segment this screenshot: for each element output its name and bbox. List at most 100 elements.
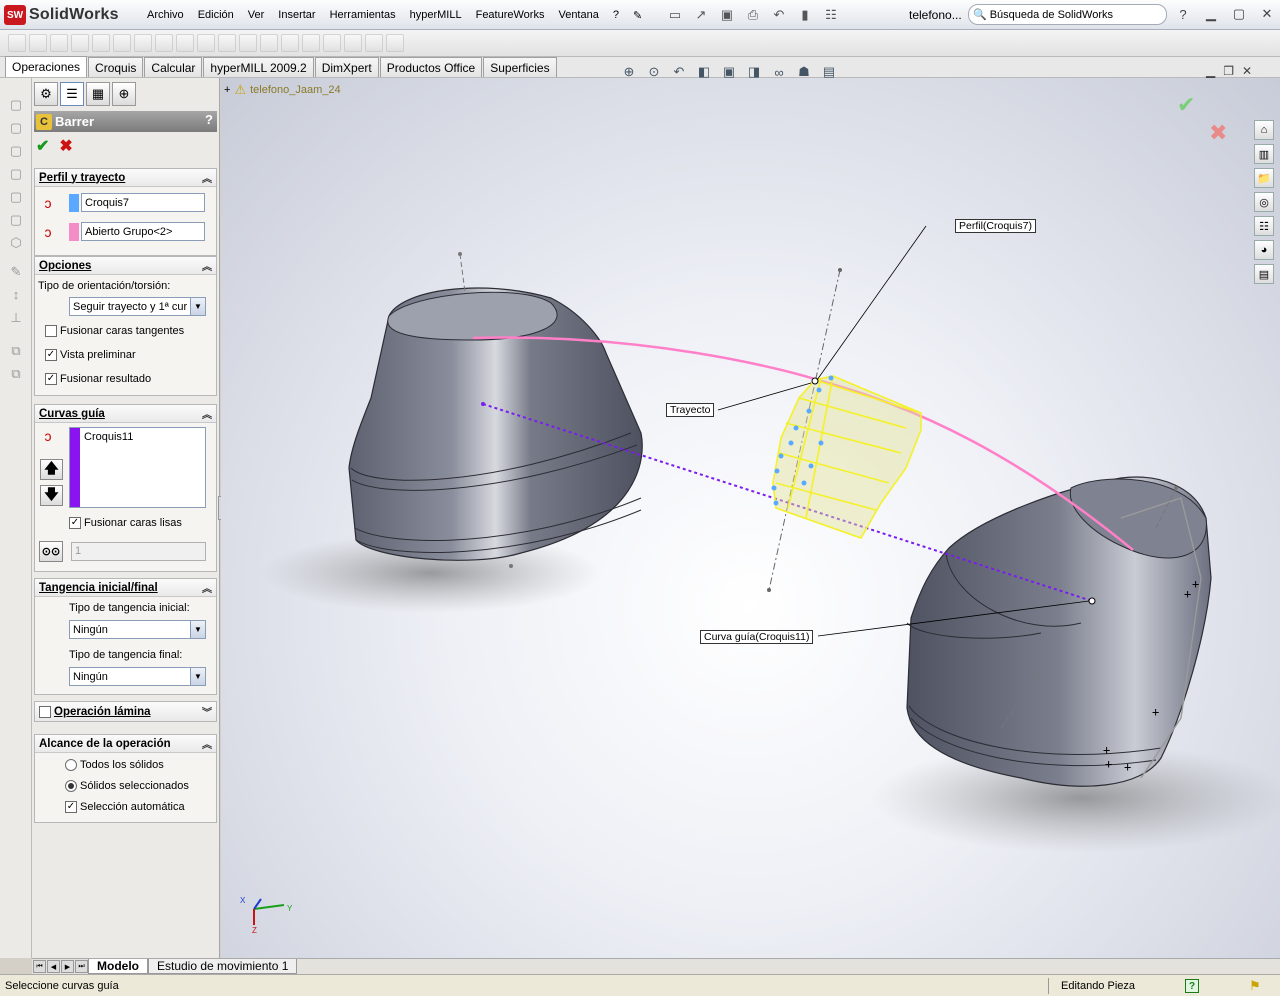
view-right-icon[interactable]: ▢ — [7, 165, 25, 183]
menu-herramientas[interactable]: Herramientas — [323, 9, 403, 21]
search-results-icon[interactable]: ◎ — [1254, 192, 1274, 212]
tab-productos-office[interactable]: Productos Office — [379, 57, 483, 77]
end-tangency-dropdown[interactable]: Ningún ▼ — [69, 667, 206, 686]
group-header-options[interactable]: Opciones ︽ — [35, 257, 216, 275]
maximize-icon[interactable]: ▢ — [1228, 4, 1250, 24]
menu-edicion[interactable]: Edición — [191, 9, 241, 21]
thin-feature-checkbox[interactable] — [39, 705, 51, 718]
paste-icon[interactable]: ⧉ — [7, 365, 25, 383]
merge-result-option[interactable]: ✓ Fusionar resultado — [45, 373, 151, 385]
selected-bodies-radio[interactable] — [65, 780, 77, 792]
cut-loft-icon[interactable] — [155, 34, 173, 52]
tab-hypermill[interactable]: hyperMILL 2009.2 — [203, 57, 314, 77]
section-view-icon[interactable]: ◧ — [695, 63, 713, 81]
new-document-icon[interactable]: ▭ — [664, 5, 686, 25]
loft-icon[interactable] — [71, 34, 89, 52]
expand-chevron-icon[interactable]: ︾ — [202, 704, 212, 719]
menu-hypermill[interactable]: hyperMILL — [403, 9, 469, 21]
search-box[interactable]: 🔍 Búsqueda de SolidWorks — [968, 4, 1167, 25]
viewport-close-icon[interactable]: ✕ — [1242, 64, 1252, 78]
guide-list-item[interactable]: Croquis11 — [84, 431, 133, 443]
undo-icon[interactable]: ↶ — [768, 5, 790, 25]
all-bodies-option[interactable]: Todos los sólidos — [65, 759, 164, 771]
tab-operaciones[interactable]: Operaciones — [5, 56, 88, 77]
print-icon[interactable]: ⎙ — [742, 5, 764, 25]
view-orientation-icon[interactable]: ▣ — [720, 63, 738, 81]
save-icon[interactable]: ▣ — [716, 5, 738, 25]
revolve-icon[interactable] — [29, 34, 47, 52]
tab-motion-study[interactable]: Estudio de movimiento 1 — [148, 959, 298, 974]
rebuild-status-icon[interactable]: ⚑ — [1249, 978, 1261, 994]
cut-sweep-icon[interactable] — [134, 34, 152, 52]
view-palette-icon[interactable]: ☷ — [1254, 216, 1274, 236]
app-logo[interactable]: SW SolidWorks — [4, 4, 119, 26]
zoom-to-area-icon[interactable]: ⊙ — [645, 63, 663, 81]
extrude-icon[interactable] — [8, 34, 26, 52]
expand-icon[interactable]: + — [224, 84, 230, 96]
pin-icon[interactable]: ✎ — [626, 9, 649, 22]
status-help-icon[interactable]: ? — [1185, 979, 1199, 993]
tab-dimxpert[interactable]: DimXpert — [314, 57, 379, 77]
view-back-icon[interactable]: ▢ — [7, 119, 25, 137]
auto-select-checkbox[interactable]: ✓ — [65, 801, 77, 813]
rebuild-icon[interactable]: ▮ — [794, 5, 816, 25]
selected-bodies-option[interactable]: Sólidos seleccionados — [65, 780, 189, 792]
feature-manager-tab-icon[interactable]: ⚙ — [34, 82, 58, 106]
view-top-icon[interactable]: ▢ — [7, 188, 25, 206]
shell-icon[interactable] — [260, 34, 278, 52]
callout-guide-curve[interactable]: Curva guía(Croquis11) — [700, 630, 814, 644]
merge-tangent-option[interactable]: Fusionar caras tangentes — [45, 325, 184, 337]
profile-field[interactable]: Croquis7 — [81, 193, 205, 212]
apply-scene-icon[interactable]: ▤ — [820, 63, 838, 81]
orientation-dropdown[interactable]: Seguir trayecto y 1ª cur ▼ — [69, 297, 206, 316]
hide-show-icon[interactable]: ∞ — [770, 63, 788, 81]
group-header-guide-curves[interactable]: Curvas guía ︽ — [35, 405, 216, 423]
fillet-icon[interactable] — [176, 34, 194, 52]
close-icon[interactable]: ✕ — [1256, 4, 1278, 24]
collapse-chevron-icon[interactable]: ︽ — [202, 170, 212, 185]
sweep-icon[interactable] — [50, 34, 68, 52]
view-left-icon[interactable]: ▢ — [7, 142, 25, 160]
menu-ventana[interactable]: Ventana — [551, 9, 605, 21]
cut-revolve-icon[interactable] — [113, 34, 131, 52]
start-tangency-dropdown[interactable]: Ningún ▼ — [69, 620, 206, 639]
collapse-chevron-icon[interactable]: ︽ — [202, 736, 212, 751]
smart-dimension-icon[interactable]: ↕ — [7, 286, 25, 304]
prev-tab-icon[interactable]: ◀ — [47, 960, 60, 973]
merge-tangent-checkbox[interactable] — [45, 325, 57, 337]
path-field[interactable]: Abierto Grupo<2> — [81, 222, 205, 241]
configuration-manager-tab-icon[interactable]: ▦ — [86, 82, 110, 106]
show-sections-icon[interactable]: ⊙⊙ — [39, 541, 63, 562]
cut-extrude-icon[interactable] — [92, 34, 110, 52]
chevron-down-icon[interactable]: ▼ — [190, 621, 205, 638]
menu-archivo[interactable]: Archivo — [140, 9, 191, 21]
mirror-icon[interactable] — [323, 34, 341, 52]
menu-ver[interactable]: Ver — [241, 9, 272, 21]
callout-profile[interactable]: Perfil(Croquis7) — [955, 219, 1036, 233]
appearances-icon[interactable]: ◕ — [1254, 240, 1274, 260]
relations-icon[interactable]: ⊥ — [7, 309, 25, 327]
preview-checkbox[interactable]: ✓ — [45, 349, 57, 361]
tab-croquis[interactable]: Croquis — [88, 57, 144, 77]
tab-calcular[interactable]: Calcular — [144, 57, 203, 77]
custom-properties-icon[interactable]: ▤ — [1254, 264, 1274, 284]
menu-insertar[interactable]: Insertar — [271, 9, 322, 21]
part-name[interactable]: telefono_Jaam_24 — [250, 84, 341, 96]
zoom-to-fit-icon[interactable]: ⊕ — [620, 63, 638, 81]
confirm-ok-icon[interactable]: ✔ — [1177, 92, 1195, 118]
viewport-restore-icon[interactable]: ❐ — [1223, 64, 1234, 78]
view-bottom-icon[interactable]: ▢ — [7, 211, 25, 229]
copy-icon[interactable]: ⧉ — [7, 342, 25, 360]
sketch-icon[interactable]: ✎ — [7, 263, 25, 281]
last-tab-icon[interactable]: ⏭ — [75, 960, 88, 973]
cancel-x-icon[interactable]: ✖ — [59, 136, 72, 156]
group-header-thin-feature[interactable]: Operación lámina ︾ — [35, 702, 216, 721]
tab-superficies[interactable]: Superficies — [483, 57, 557, 77]
merge-result-checkbox[interactable]: ✓ — [45, 373, 57, 385]
resources-home-icon[interactable]: ⌂ — [1254, 120, 1274, 140]
group-header-tangency[interactable]: Tangencia inicial/final ︽ — [35, 579, 216, 597]
collapse-chevron-icon[interactable]: ︽ — [202, 580, 212, 595]
group-header-feature-scope[interactable]: Alcance de la operación ︽ — [35, 735, 216, 753]
dimxpert-manager-tab-icon[interactable]: ⊕ — [112, 82, 136, 106]
rib-icon[interactable] — [218, 34, 236, 52]
